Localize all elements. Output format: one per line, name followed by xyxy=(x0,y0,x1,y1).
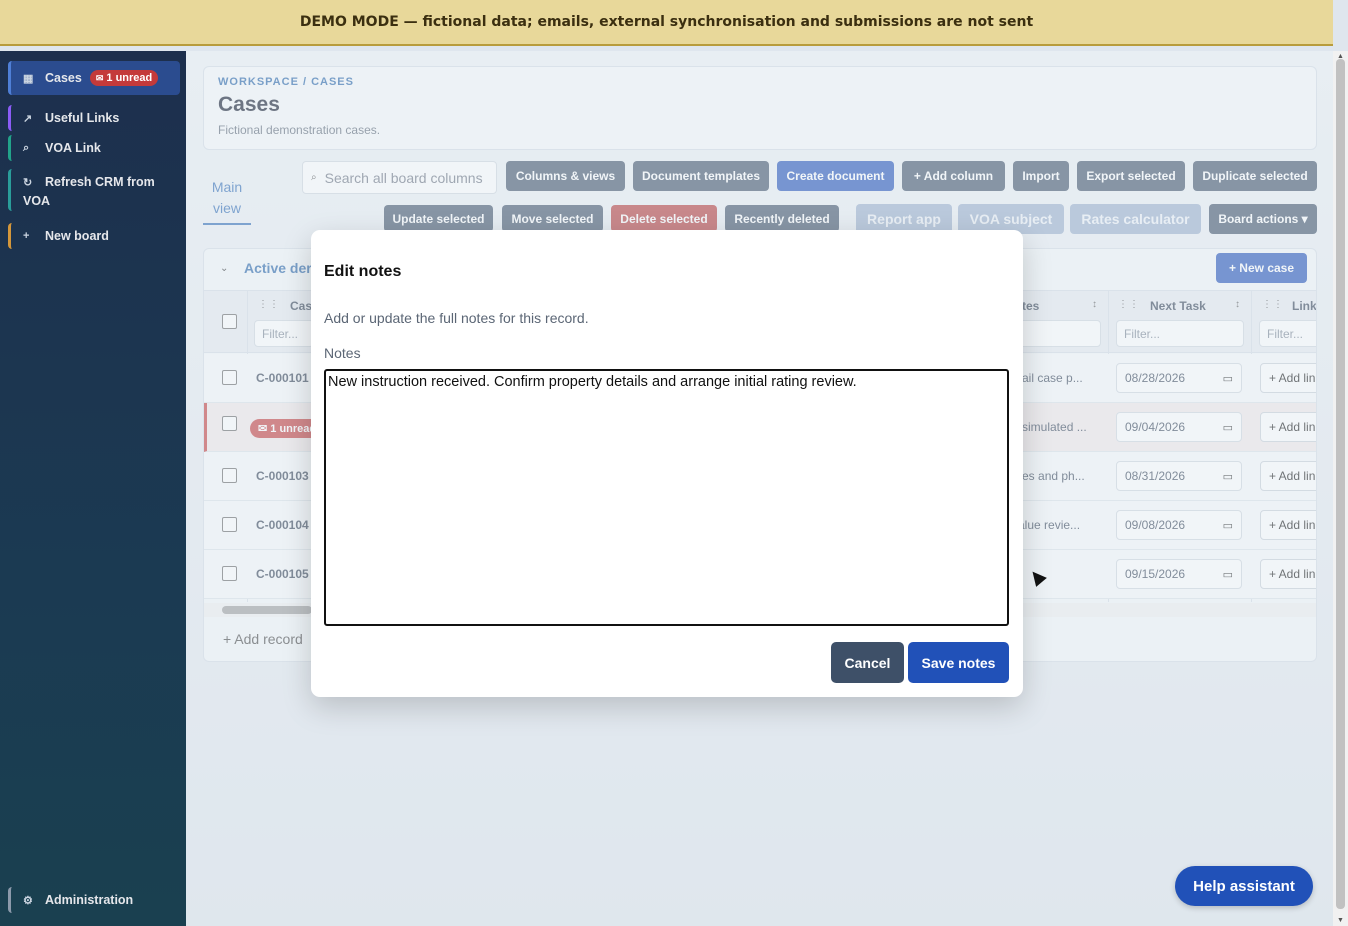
edit-notes-dialog: Edit notes Add or update the full notes … xyxy=(311,230,1023,697)
sidebar-item-label: VOA Link xyxy=(45,141,101,155)
sidebar-item-cases[interactable]: ▦ Cases ✉ 1 unread xyxy=(8,61,180,95)
help-assistant-button[interactable]: Help assistant xyxy=(1175,866,1313,906)
external-link-icon: ↗ xyxy=(23,112,33,125)
sidebar-item-label: Administration xyxy=(45,893,134,907)
sidebar: ▦ Cases ✉ 1 unread ↗ Useful Links ⌕ VOA … xyxy=(0,51,186,926)
gear-icon: ⚙ xyxy=(23,894,33,907)
sidebar-item-administration[interactable]: ⚙ Administration xyxy=(8,887,180,913)
refresh-icon: ↻ xyxy=(23,177,33,189)
notes-field-label: Notes xyxy=(324,345,361,361)
dialog-description: Add or update the full notes for this re… xyxy=(324,310,589,326)
page-scrollbar[interactable]: ▲ ▼ xyxy=(1333,51,1348,926)
scrollbar-thumb[interactable] xyxy=(1336,59,1345,909)
unread-badge: ✉ 1 unread xyxy=(89,70,159,86)
sidebar-item-voa-link[interactable]: ⌕ VOA Link xyxy=(8,135,180,161)
sidebar-item-label: New board xyxy=(45,229,109,243)
sidebar-item-label: Cases xyxy=(45,71,82,85)
board-icon: ▦ xyxy=(23,72,34,85)
demo-mode-banner: DEMO MODE — fictional data; emails, exte… xyxy=(0,0,1333,46)
unread-badge-text: 1 unread xyxy=(106,72,153,84)
dialog-title: Edit notes xyxy=(324,263,402,280)
sidebar-item-label: Useful Links xyxy=(45,111,120,125)
cancel-button[interactable]: Cancel xyxy=(831,642,904,683)
plus-icon: + xyxy=(23,230,30,242)
sidebar-item-refresh-crm[interactable]: ↻ Refresh CRM from VOA xyxy=(8,169,180,211)
search-icon: ⌕ xyxy=(23,141,30,154)
scroll-down-icon[interactable]: ▼ xyxy=(1336,917,1345,924)
sidebar-item-useful-links[interactable]: ↗ Useful Links xyxy=(8,105,180,131)
save-notes-button[interactable]: Save notes xyxy=(908,642,1009,683)
sidebar-item-new-board[interactable]: + New board xyxy=(8,223,180,249)
mail-icon: ✉ xyxy=(95,72,104,83)
notes-textarea[interactable]: New instruction received. Confirm proper… xyxy=(324,369,1009,626)
